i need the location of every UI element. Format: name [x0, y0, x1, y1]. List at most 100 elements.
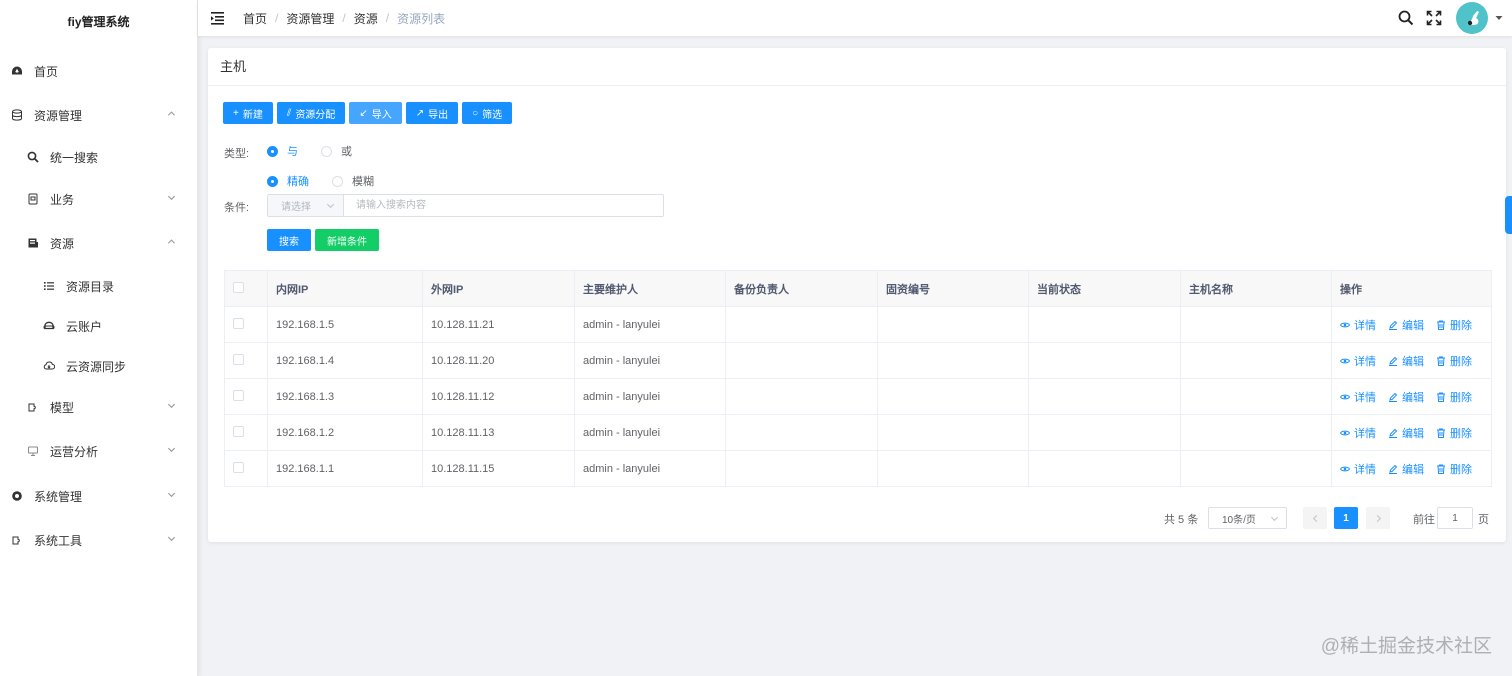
chevron-down-icon	[1270, 514, 1279, 523]
sidebar-item-system-tools[interactable]: 系统工具	[0, 525, 197, 555]
radio-logic-or[interactable]: 或	[321, 143, 352, 159]
add-condition-button[interactable]: 新增条件	[315, 229, 379, 251]
new-button[interactable]: + 新建	[223, 102, 273, 124]
select-all-checkbox[interactable]	[233, 281, 244, 293]
trash-icon	[1437, 356, 1445, 366]
page-number-current[interactable]: 1	[1334, 507, 1358, 529]
sidebar-item-resource[interactable]: 资源	[0, 228, 197, 258]
edit-link[interactable]: 编辑	[1388, 317, 1424, 333]
menu-fold-icon[interactable]	[210, 10, 226, 26]
cell-hostname	[1180, 378, 1332, 415]
cell-status	[1028, 342, 1181, 379]
tools-icon	[10, 533, 24, 547]
row-checkbox[interactable]	[233, 461, 244, 473]
search-icon	[26, 150, 40, 164]
detail-link[interactable]: 详情	[1340, 353, 1376, 369]
type-label: 类型:	[224, 148, 250, 160]
search-icon[interactable]	[1398, 10, 1414, 26]
goto-page-input[interactable]	[1437, 507, 1473, 529]
sidebar-item-system-management[interactable]: 系统管理	[0, 481, 197, 511]
cell-asset	[877, 306, 1029, 343]
sidebar-item-resource-catalog[interactable]: 资源目录	[0, 271, 197, 301]
sidebar-item-label: 业务	[50, 192, 75, 207]
breadcrumb-item[interactable]: 资源管理	[286, 10, 334, 27]
caret-down-icon[interactable]	[1494, 13, 1504, 23]
breadcrumb-item[interactable]: 资源	[354, 10, 378, 27]
page-suffix: 页	[1478, 514, 1489, 526]
detail-link[interactable]: 详情	[1340, 461, 1376, 477]
row-checkbox[interactable]	[233, 353, 244, 365]
chevron-right-icon	[1376, 514, 1381, 522]
condition-field-select[interactable]: 请选择	[268, 195, 344, 216]
edit-link[interactable]: 编辑	[1388, 353, 1424, 369]
filter-button[interactable]: ○ 筛选	[462, 102, 513, 124]
sidebar-item-cloud-account[interactable]: 云账户	[0, 311, 197, 341]
sidebar: fiy管理系统 首页 资源管理 统一搜索 业务 资源 资源目录 云账户 云资源同…	[0, 0, 198, 676]
row-checkbox[interactable]	[233, 425, 244, 437]
sidebar-item-home[interactable]: 首页	[0, 56, 197, 86]
pagination: 共 5 条 10条/页 1 前往 页	[208, 507, 1506, 529]
breadcrumb-item[interactable]: 首页	[243, 10, 267, 27]
search-button[interactable]: 搜索	[267, 229, 311, 251]
sidebar-item-label: 资源目录	[66, 279, 115, 294]
edit-icon	[1389, 428, 1398, 438]
assign-resource-button[interactable]: ⫽ 资源分配	[276, 102, 346, 124]
next-page-button[interactable]	[1366, 507, 1390, 529]
sidebar-item-model[interactable]: 模型	[0, 392, 197, 422]
cell-inner-ip: 192.168.1.3	[267, 378, 423, 415]
breadcrumb-current: 资源列表	[397, 11, 446, 26]
import-button[interactable]: ↙ 导入	[349, 102, 402, 124]
delete-link[interactable]: 删除	[1436, 461, 1472, 477]
sidebar-item-label: 首页	[34, 64, 59, 79]
condition-group: 请选择	[267, 194, 664, 217]
sidebar-item-resource-management[interactable]: 资源管理	[0, 100, 197, 130]
sidebar-item-business[interactable]: 业务	[0, 184, 197, 214]
fullscreen-icon[interactable]	[1426, 10, 1442, 26]
condition-search-input[interactable]	[344, 195, 663, 216]
row-checkbox[interactable]	[233, 317, 244, 329]
detail-link[interactable]: 详情	[1340, 317, 1376, 333]
chevron-up-icon	[167, 237, 179, 249]
host-table: 内网IP 外网IP 主要维护人 备份负责人 固资编号 当前状态 主机名称 操作 …	[224, 270, 1492, 487]
cloud-account-icon	[42, 319, 56, 333]
app-title: fiy管理系统	[67, 15, 130, 29]
plus-icon: +	[233, 107, 239, 119]
sidebar-item-label: 系统管理	[34, 489, 83, 504]
model-icon	[26, 400, 40, 414]
avatar[interactable]	[1456, 2, 1488, 34]
cell-maintainer: admin - lanyulei	[574, 414, 726, 451]
column-header: 外网IP	[422, 270, 575, 307]
edit-link[interactable]: 编辑	[1388, 389, 1424, 405]
chevron-down-icon	[167, 445, 179, 457]
radio-match-fuzzy[interactable]: 模糊	[332, 173, 374, 189]
cell-outer-ip: 10.128.11.12	[422, 378, 575, 415]
cell-maintainer: admin - lanyulei	[574, 450, 726, 487]
top-header: 首页 / 资源管理 / 资源 / 资源列表	[198, 0, 1512, 36]
cell-inner-ip: 192.168.1.1	[267, 450, 423, 487]
radio-logic-and[interactable]: 与	[267, 143, 298, 159]
export-button[interactable]: ↗ 导出	[405, 102, 459, 124]
edit-link[interactable]: 编辑	[1388, 461, 1424, 477]
delete-link[interactable]: 删除	[1436, 317, 1472, 333]
settings-drawer-handle[interactable]	[1505, 196, 1512, 234]
column-header: 备份负责人	[725, 270, 878, 307]
delete-link[interactable]: 删除	[1436, 425, 1472, 441]
cell-status	[1028, 414, 1181, 451]
radio-match-exact[interactable]: 精确	[267, 173, 309, 189]
prev-page-button[interactable]	[1303, 507, 1327, 529]
table-header-row: 内网IP 外网IP 主要维护人 备份负责人 固资编号 当前状态 主机名称 操作	[224, 270, 1492, 307]
detail-link[interactable]: 详情	[1340, 389, 1376, 405]
column-header: 主要维护人	[574, 270, 726, 307]
delete-link[interactable]: 删除	[1436, 389, 1472, 405]
sidebar-item-cloud-sync[interactable]: 云资源同步	[0, 351, 197, 381]
page-size-select[interactable]: 10条/页	[1208, 507, 1287, 529]
column-header: 主机名称	[1180, 270, 1332, 307]
sidebar-item-unified-search[interactable]: 统一搜索	[0, 142, 197, 172]
goto-label: 前往	[1413, 514, 1435, 526]
sidebar-item-operation-analysis[interactable]: 运营分析	[0, 436, 197, 466]
cell-hostname	[1180, 450, 1332, 487]
delete-link[interactable]: 删除	[1436, 353, 1472, 369]
row-checkbox[interactable]	[233, 389, 244, 401]
edit-link[interactable]: 编辑	[1388, 425, 1424, 441]
detail-link[interactable]: 详情	[1340, 425, 1376, 441]
